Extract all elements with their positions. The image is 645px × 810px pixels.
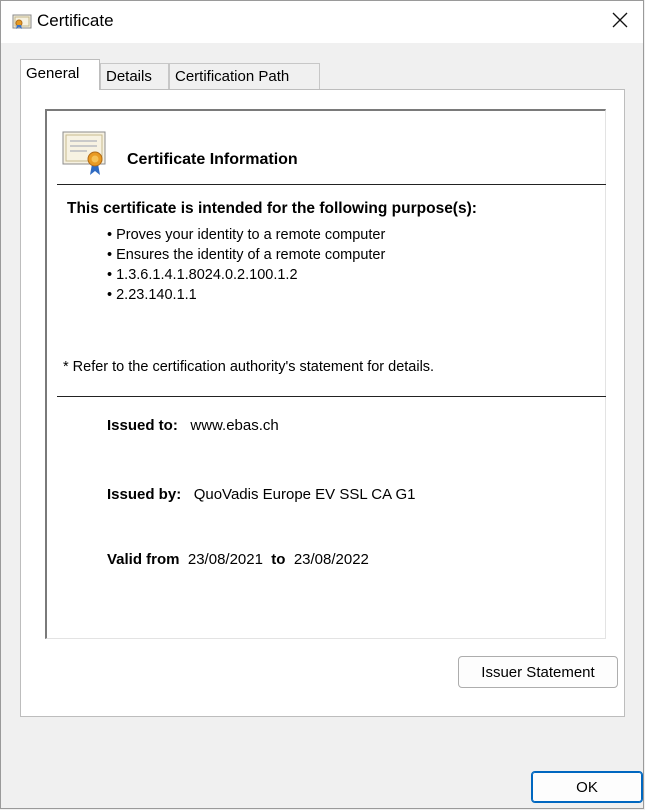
- certificate-icon: [61, 130, 113, 176]
- certificate-information-heading: Certificate Information: [127, 151, 298, 168]
- certificate-dialog: Certificate General Details Certificatio…: [0, 0, 644, 809]
- issued-to-value: www.ebas.ch: [190, 417, 279, 434]
- purpose-list: • Proves your identity to a remote compu…: [107, 225, 385, 305]
- validity-row: Valid from 23/08/2021 to 23/08/2022: [107, 551, 369, 568]
- divider: [57, 184, 606, 185]
- purpose-title: This certificate is intended for the fol…: [67, 200, 477, 217]
- valid-from-label: Valid from: [107, 551, 180, 568]
- tab-certification-path[interactable]: Certification Path: [169, 63, 320, 89]
- issued-to-label: Issued to:: [107, 417, 178, 434]
- close-button[interactable]: [597, 1, 643, 43]
- certificate-icon: [12, 14, 32, 30]
- certificate-information-box: Certificate Information This certificate…: [45, 109, 606, 639]
- issued-by-label: Issued by:: [107, 486, 182, 503]
- issued-by-value: QuoVadis Europe EV SSL CA G1: [193, 486, 416, 503]
- close-icon: [612, 12, 628, 33]
- ok-button[interactable]: OK: [531, 771, 643, 803]
- list-item: • Ensures the identity of a remote compu…: [107, 247, 386, 263]
- list-item: • 1.3.6.1.4.1.8024.0.2.100.1.2: [107, 267, 298, 283]
- issued-to-row: Issued to: www.ebas.ch: [107, 417, 279, 434]
- tab-details[interactable]: Details: [100, 63, 169, 89]
- issued-by-row: Issued by: QuoVadis Europe EV SSL CA G1: [107, 486, 416, 503]
- window-title: Certificate: [37, 11, 114, 30]
- divider: [57, 396, 606, 397]
- general-tab-panel: Certificate Information This certificate…: [20, 89, 625, 717]
- title-bar: Certificate: [1, 1, 643, 43]
- valid-to-value: 23/08/2022: [293, 551, 369, 568]
- valid-to-label: to: [271, 551, 286, 568]
- tab-general[interactable]: General: [20, 59, 100, 90]
- issuer-statement-button[interactable]: Issuer Statement: [458, 656, 618, 688]
- footnote: * Refer to the certification authority's…: [63, 359, 435, 375]
- valid-from-value: 23/08/2021: [187, 551, 263, 568]
- list-item: • 2.23.140.1.1: [107, 287, 197, 303]
- list-item: • Proves your identity to a remote compu…: [107, 227, 386, 243]
